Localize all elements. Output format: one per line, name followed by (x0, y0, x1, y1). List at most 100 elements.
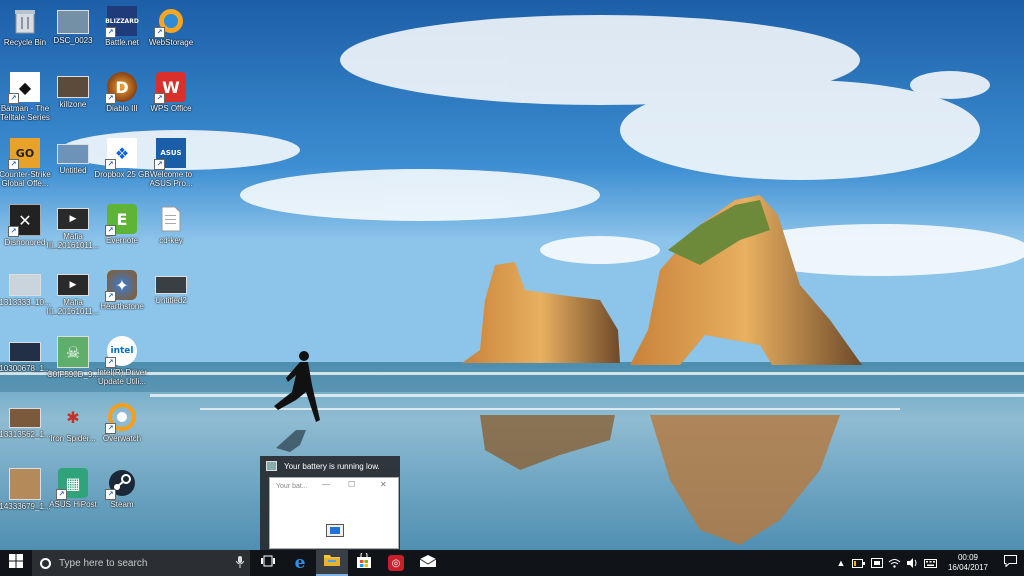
desktop-icon-1313333[interactable]: 1313333_10... (0, 266, 51, 332)
image-file-icon (9, 408, 41, 428)
dishonored-icon: ✕ ↗ (8, 204, 41, 237)
notification-icon (1003, 554, 1017, 572)
desktop-icon-iron-spider[interactable]: ✱ Iron Spider... (48, 398, 98, 464)
action-center-button[interactable] (996, 550, 1024, 576)
desktop-icon-asus-welcome[interactable]: ASUS ↗ Welcome to ASUS Pro... (146, 134, 196, 200)
taskbar: Type here to search e ◎ ▲ 00:09 16/04/20… (0, 550, 1024, 576)
minimize-icon: — (322, 480, 330, 489)
desktop-icon-13313562[interactable]: 13313562_1... (0, 398, 51, 464)
close-icon[interactable]: ✕ (380, 480, 387, 489)
desktop-icon-webstorage[interactable]: ↗ WebStorage (146, 2, 196, 68)
video-file-icon: ▶ (57, 274, 89, 296)
popup-title: Your battery is running low. (284, 461, 380, 471)
app-window-icon (266, 461, 277, 471)
folder-icon (324, 553, 340, 571)
battlenet-icon: BLIZZARD ↗ (105, 6, 139, 38)
desktop-icon-hearthstone[interactable]: ✦ ↗ Hearthstone (97, 266, 147, 332)
desktop-icon-csgo[interactable]: GO ↗ Counter-Strike Global Offe... (0, 134, 51, 200)
desktop-icon-10300678[interactable]: 10300678_1... (0, 332, 51, 398)
store-icon (357, 551, 371, 573)
battery-dialog-preview (326, 524, 344, 537)
desktop-icon-14333679[interactable]: 14333679_1... (0, 464, 51, 530)
taskbar-mail-button[interactable] (412, 550, 444, 576)
battery-warning-icon[interactable] (852, 550, 866, 576)
dropbox-icon: ❖ ↗ (105, 138, 137, 170)
taskbar-edge-button[interactable]: e (284, 550, 316, 576)
desktop-icon-cd-key[interactable]: cd-key (146, 200, 196, 266)
asus-icon: ASUS ↗ (154, 138, 186, 170)
webstorage-icon: ↗ (154, 6, 186, 38)
desktop-icon-diablo[interactable]: D ↗ Diablo III (97, 68, 147, 134)
desktop-icon-killzone[interactable]: killzone (48, 68, 98, 134)
batman-icon: ◆ ↗ (8, 72, 40, 104)
task-view-icon (261, 554, 275, 572)
desktop-icon-batman[interactable]: ◆ ↗ Batman - The Telltale Series (0, 68, 50, 134)
system-tray: ▲ 00:09 16/04/2017 (832, 550, 1024, 576)
desktop-icon-c0ff590d[interactable]: ☠ C0fF590D_9... (47, 332, 99, 398)
thumbnail-title: Your bat... (276, 483, 308, 490)
image-file-icon (57, 76, 89, 98)
taskbar-search-box[interactable]: Type here to search (32, 550, 250, 576)
microphone-icon[interactable] (235, 555, 245, 571)
show-hidden-icons-chevron-up-icon[interactable]: ▲ (834, 550, 848, 576)
asus-hipost-icon: ▦ ↗ (56, 468, 88, 500)
maximize-icon: ☐ (348, 480, 356, 489)
text-file-icon (156, 204, 186, 234)
window-thumbnail-preview[interactable]: Your bat... — ☐ ✕ (269, 477, 399, 549)
edge-icon: e (294, 553, 306, 573)
image-file-icon (57, 10, 89, 34)
desktop-icon-steam[interactable]: ↗ Steam (97, 464, 147, 530)
csgo-icon: GO ↗ (8, 138, 40, 170)
image-file-icon (9, 274, 41, 296)
language-keyboard-icon[interactable] (924, 550, 938, 576)
red-app-icon: ◎ (388, 555, 404, 571)
taskbar-file-explorer-button[interactable] (316, 550, 348, 576)
hearthstone-icon: ✦ ↗ (105, 270, 137, 302)
desktop-icon-recycle-bin[interactable]: Recycle Bin (0, 2, 50, 68)
start-button[interactable] (0, 550, 32, 576)
diablo-icon: D ↗ (105, 72, 137, 104)
desktop-icon-untitled2[interactable]: Untitled2 (146, 266, 196, 332)
overwatch-icon: ↗ (105, 402, 137, 434)
task-view-button[interactable] (252, 550, 284, 576)
desktop-icon-battlenet[interactable]: BLIZZARD ↗ Battle.net (97, 2, 147, 68)
windows-logo-icon (9, 553, 23, 573)
image-file-icon: ☠ (57, 336, 89, 368)
image-file-icon (57, 144, 89, 164)
steam-icon: ↗ (105, 468, 137, 500)
image-file-icon (9, 342, 41, 362)
mail-icon (419, 554, 437, 572)
desktop-icon-dishonored[interactable]: ✕ ↗ Dishonored (0, 200, 50, 266)
desktop-icon-intel-driver[interactable]: intel ↗ Intel(R) Driver Update Utili... (97, 332, 147, 398)
desktop-icon-evernote[interactable]: E ↗ Evernote (97, 200, 147, 266)
image-file-icon (155, 276, 187, 294)
desktop-icon-wps-office[interactable]: W ↗ WPS Office (146, 68, 196, 134)
evernote-icon: E ↗ (105, 204, 137, 236)
video-file-icon: ▶ (57, 208, 89, 230)
wifi-icon[interactable] (888, 550, 902, 576)
tray-app-icon[interactable] (870, 550, 884, 576)
popup-title-bar[interactable]: Your battery is running low. (260, 456, 400, 476)
desktop-icon-overwatch[interactable]: ↗ Overwatch (97, 398, 147, 464)
taskbar-thumbnail-popup[interactable]: Your battery is running low. Your bat...… (260, 456, 400, 550)
desktop-icon-mafia-2[interactable]: ▶ Mafia III_20161011... (47, 266, 99, 332)
image-file-icon (9, 468, 41, 500)
desktop-icon-dsc-0023[interactable]: DSC_0023 (48, 2, 98, 68)
desktop-icon-dropbox[interactable]: ❖ ↗ Dropbox 25 GB (94, 134, 150, 200)
volume-icon[interactable] (906, 550, 920, 576)
image-file-icon: ✱ (66, 407, 80, 427)
desktop-icon-area: Recycle Bin DSC_0023 BLIZZARD ↗ Battle.ne… (0, 0, 1024, 550)
wps-office-icon: W ↗ (154, 72, 186, 104)
desktop-icon-untitled[interactable]: Untitled (48, 134, 98, 200)
clock-time: 00:09 (957, 553, 978, 562)
search-placeholder: Type here to search (59, 557, 148, 569)
cortana-icon (40, 557, 51, 569)
desktop-icon-asus-hipost[interactable]: ▦ ↗ ASUS HiPost (48, 464, 98, 530)
intel-icon: intel ↗ (105, 336, 137, 368)
taskbar-clock[interactable]: 00:09 16/04/2017 (948, 553, 988, 573)
taskbar-red-app-button[interactable]: ◎ (380, 550, 412, 576)
taskbar-store-button[interactable] (348, 550, 380, 576)
clock-date: 16/04/2017 (947, 563, 988, 572)
desktop-icon-mafia-1[interactable]: ▶ Mafia III_20161011... (47, 200, 99, 266)
recycle-bin-icon (10, 6, 40, 36)
